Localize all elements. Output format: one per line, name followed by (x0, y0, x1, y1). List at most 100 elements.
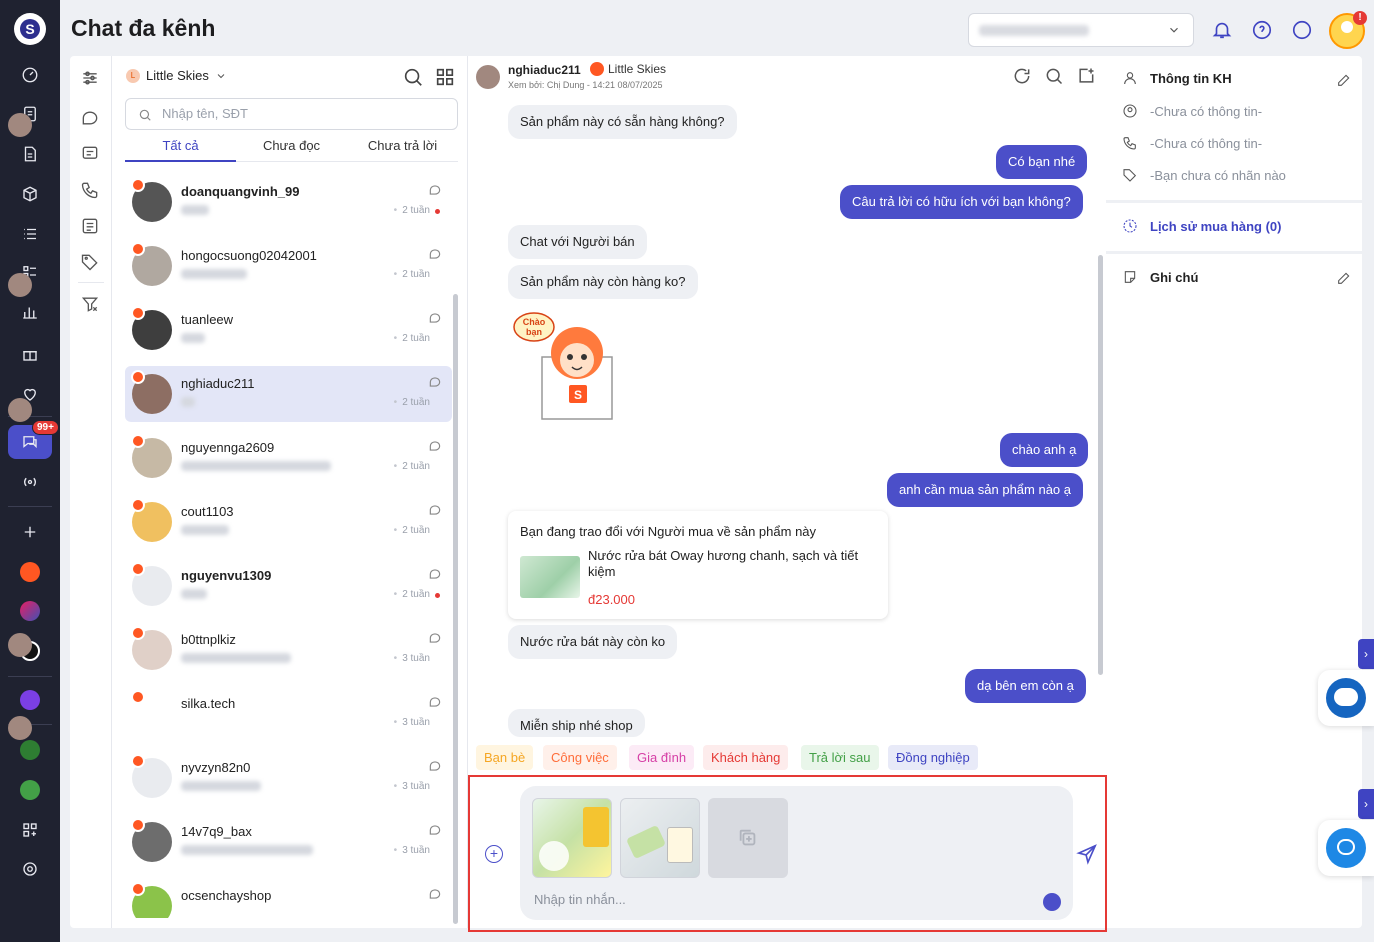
conversation-item[interactable]: b0ttnplkiz 3 tuần (125, 622, 452, 678)
conversation-time: 3 tuần (394, 717, 430, 728)
filter-settings-icon[interactable] (80, 68, 102, 90)
attachment-thumbnail[interactable] (532, 798, 612, 878)
conversation-item[interactable]: hongocsuong02042001 2 tuần (125, 238, 452, 294)
add-attachment-icon[interactable]: + (485, 845, 503, 863)
shopee-badge-icon (131, 242, 145, 256)
seen-by: Xem bởi: Chị Dung - 14:21 08/07/2025 (508, 80, 663, 90)
conversation-item[interactable]: silka.tech 3 tuần (125, 686, 452, 742)
shopee-channel-icon[interactable] (20, 562, 40, 582)
customer-labels[interactable]: -Bạn chưa có nhãn nào (1122, 167, 1286, 183)
shopee-badge-icon (131, 434, 145, 448)
page-title: Chat đa kênh (71, 15, 216, 41)
edit-notes-icon[interactable] (1336, 270, 1352, 286)
conversation-item[interactable]: nguyennga2609 2 tuần (125, 430, 452, 486)
conversation-item[interactable]: ocsenchayshop (125, 878, 452, 918)
conversation-time: 3 tuần (394, 653, 430, 664)
comments-filter-icon[interactable] (80, 144, 102, 166)
purchase-history-link[interactable]: Lịch sử mua hàng (0) (1122, 218, 1282, 234)
app-channel-icon[interactable] (20, 780, 40, 800)
message-avatar (8, 633, 32, 657)
edit-icon[interactable] (1336, 72, 1352, 88)
store-channel-icon[interactable] (20, 740, 40, 760)
quick-tag[interactable]: Công việc (543, 745, 617, 770)
notes-filter-icon[interactable] (80, 216, 102, 238)
add-image-button[interactable] (708, 798, 788, 878)
message-input[interactable] (534, 892, 1014, 907)
app-logo[interactable]: S (14, 13, 46, 45)
shopee-badge-icon (131, 370, 145, 384)
gift-icon[interactable] (18, 342, 42, 366)
conversation-item[interactable]: tuanleew 2 tuần (125, 302, 452, 358)
quick-tag[interactable]: Khách hàng (703, 745, 789, 770)
support-chat-button[interactable] (1318, 820, 1374, 876)
conversation-item[interactable]: doanquangvinh_99 2 tuần (125, 174, 452, 230)
shopee-badge-icon (131, 818, 145, 832)
conversation-name: b0ttnplkiz (181, 632, 236, 647)
list-icon[interactable] (18, 222, 42, 246)
shopee-badge-icon (131, 178, 145, 192)
settings-icon[interactable] (18, 857, 42, 881)
phone-icon (1123, 137, 1136, 150)
chat-bubble-icon (429, 185, 441, 195)
message-preview (181, 525, 229, 535)
user-avatar[interactable]: ! (1329, 11, 1367, 49)
box-icon[interactable] (18, 182, 42, 206)
refresh-icon[interactable] (1012, 66, 1034, 88)
shop-selector[interactable] (968, 13, 1194, 47)
search-icon[interactable] (1044, 66, 1066, 88)
quick-tag[interactable]: Gia đình (629, 745, 695, 770)
report-icon[interactable] (18, 300, 42, 324)
list-scrollbar[interactable] (453, 294, 458, 924)
conversation-name: hongocsuong02042001 (181, 248, 317, 263)
expand-panel-button-2[interactable]: › (1358, 789, 1374, 819)
chat-scrollbar[interactable] (1098, 255, 1103, 675)
add-channel-icon[interactable] (18, 520, 42, 544)
app-sidebar: S 99+ (0, 0, 60, 942)
conversation-time: 2 tuần (394, 269, 430, 280)
product-image (520, 556, 580, 598)
dashboard-icon[interactable] (18, 63, 42, 87)
document-icon[interactable] (18, 142, 42, 166)
new-window-icon[interactable] (1076, 66, 1098, 88)
chat-bubble-icon (429, 825, 441, 835)
conversation-time: 3 tuần (394, 845, 430, 856)
chat-shop-label: Little Skies (608, 62, 667, 76)
assistant-bot-button[interactable] (1318, 670, 1374, 726)
filter-column (70, 56, 112, 928)
message-preview (181, 781, 261, 791)
more-icon[interactable] (1291, 19, 1313, 41)
apps-grid-icon[interactable] (18, 818, 42, 842)
quick-tag[interactable]: Trả lời sau (801, 745, 879, 770)
conversation-item[interactable]: cout1103 2 tuần (125, 494, 452, 550)
incoming-message: Miễn ship nhé shop (508, 709, 645, 737)
quick-tag[interactable]: Đồng nghiệp (888, 745, 978, 770)
message-preview (181, 269, 247, 279)
messages-filter-icon[interactable] (80, 108, 102, 130)
conversation-item[interactable]: 14v7q9_bax 3 tuần (125, 814, 452, 870)
clear-filter-icon[interactable] (80, 294, 102, 316)
broadcast-icon[interactable] (18, 470, 42, 494)
integration-channel-icon[interactable] (20, 690, 40, 710)
chevron-down-icon (1170, 27, 1178, 33)
chat-user-avatar[interactable] (476, 65, 500, 89)
messenger-channel-icon[interactable] (20, 601, 40, 621)
conversation-item[interactable]: nghiaduc211 2 tuần (125, 366, 452, 422)
phone-filter-icon[interactable] (80, 180, 102, 202)
attachment-thumbnail[interactable] (620, 798, 700, 878)
greeting-sticker: S Chào bạn (513, 312, 613, 420)
outgoing-message: Câu trả lời có hữu ích với bạn không? (840, 185, 1083, 219)
conversation-name: silka.tech (181, 696, 236, 711)
chat-shop: Little Skies (590, 62, 666, 76)
product-card[interactable]: Bạn đang trao đổi với Người mua về sản p… (508, 511, 888, 619)
quick-tag[interactable]: Bạn bè (476, 745, 534, 770)
conversation-item[interactable]: nyvzyn82n0 3 tuần (125, 750, 452, 806)
emoji-icon[interactable] (1043, 893, 1061, 911)
send-icon[interactable] (1076, 843, 1098, 865)
customer-info-panel: Thông tin KH -Chưa có thông tin- -Chưa c… (1106, 56, 1362, 928)
expand-panel-button[interactable]: › (1358, 639, 1374, 669)
tag-filter-icon[interactable] (80, 252, 102, 274)
bell-icon[interactable] (1211, 19, 1233, 41)
help-icon[interactable] (1251, 19, 1273, 41)
conversation-item[interactable]: nguyenvu1309 2 tuần (125, 558, 452, 614)
notes-header: Ghi chú (1122, 269, 1198, 285)
